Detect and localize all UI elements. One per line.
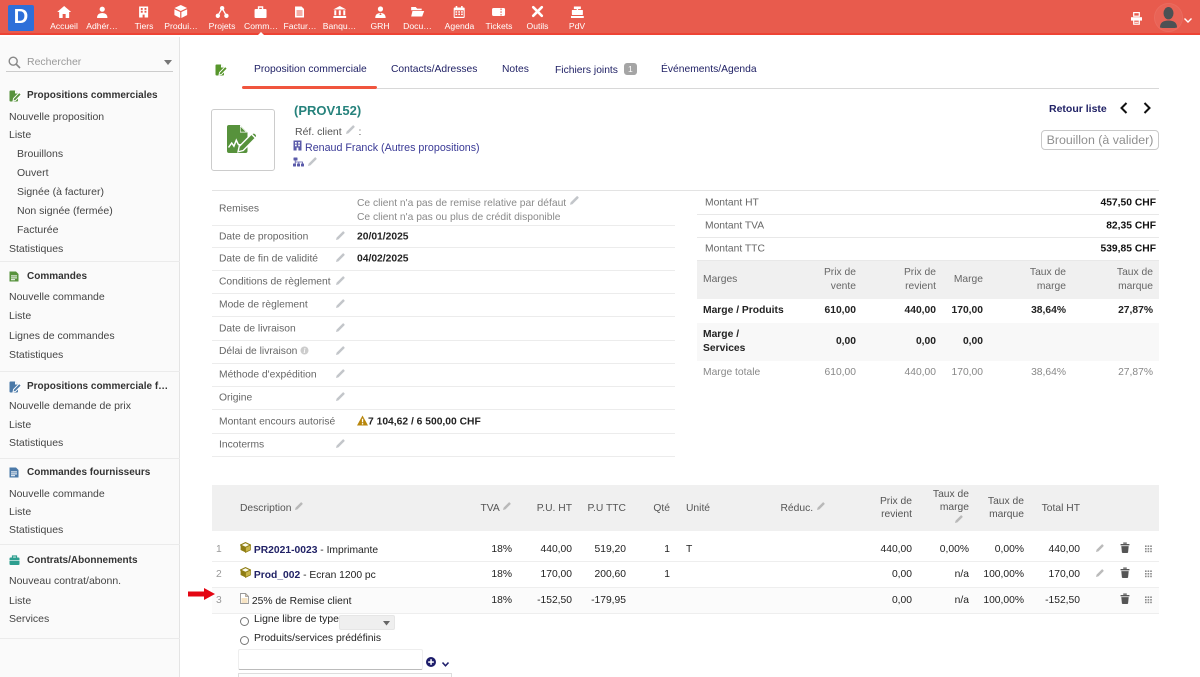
svg-text:i: i — [304, 347, 306, 355]
